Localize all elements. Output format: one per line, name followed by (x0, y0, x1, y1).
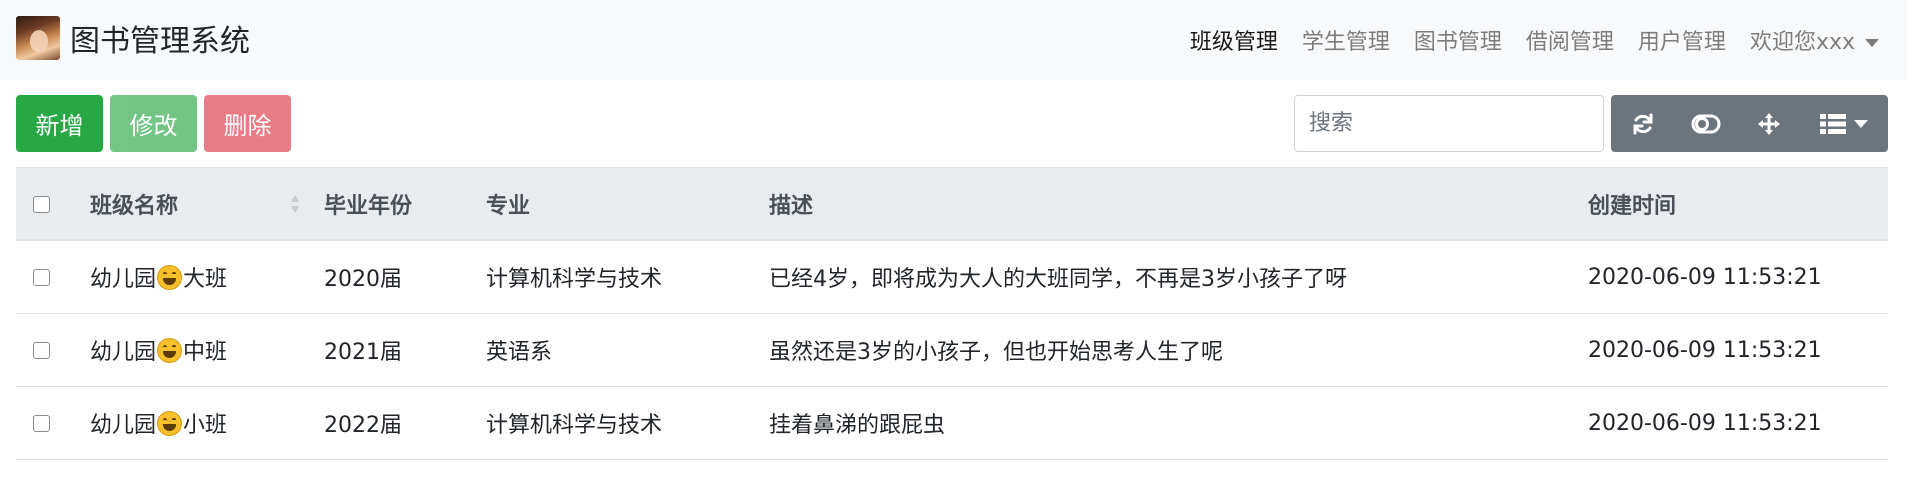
class-name-prefix: 幼儿园 (90, 267, 157, 292)
major-cell: 计算机科学与技术 (486, 267, 663, 292)
class-name-prefix: 幼儿园 (90, 340, 157, 365)
caret-down-icon (1854, 119, 1868, 128)
nav-item-class-management[interactable]: 班级管理 (1190, 24, 1278, 56)
user-menu-label: 欢迎您xxx (1749, 30, 1855, 55)
toggle-view-button[interactable] (1674, 95, 1737, 152)
row-checkbox-cell (16, 338, 90, 363)
grinning-emoji-icon (157, 265, 183, 290)
class-name-cell: 幼儿园 小班 (90, 407, 324, 439)
class-table: 班级名称 毕业年份 专业 描述 创建时间 幼儿园 大班 2020届 计算机科学与技… (16, 167, 1888, 460)
header-graduation-year: 毕业年份 (324, 193, 413, 219)
row-checkbox[interactable] (33, 415, 50, 432)
refresh-button[interactable] (1611, 95, 1674, 152)
grinning-emoji-icon (157, 338, 183, 363)
table-header: 班级名称 毕业年份 专业 描述 创建时间 (16, 167, 1888, 241)
toggle-icon (1691, 114, 1721, 134)
app-title: 图书管理系统 (70, 24, 250, 59)
header-description: 描述 (769, 193, 814, 219)
nav-item-borrow-management[interactable]: 借阅管理 (1526, 24, 1614, 56)
created-time-cell: 2020-06-09 11:53:21 (1588, 337, 1822, 363)
header-major: 专业 (486, 193, 531, 219)
created-time-cell: 2020-06-09 11:53:21 (1588, 264, 1822, 290)
major-cell: 英语系 (486, 340, 553, 365)
major-cell: 计算机科学与技术 (486, 413, 663, 438)
graduation-year-cell: 2020届 (324, 267, 402, 292)
avatar-logo-icon (16, 16, 60, 60)
add-button[interactable]: 新增 (16, 95, 103, 152)
class-name-suffix: 中班 (183, 340, 228, 365)
header-class-name[interactable]: 班级名称 (90, 188, 324, 220)
description-cell: 虽然还是3岁的小孩子，但也开始思考人生了呢 (769, 340, 1223, 365)
created-time-cell: 2020-06-09 11:53:21 (1588, 410, 1822, 436)
main-nav: 班级管理 学生管理 图书管理 借阅管理 用户管理 欢迎您xxx (1166, 0, 1879, 80)
table-row[interactable]: 幼儿园 大班 2020届 计算机科学与技术 已经4岁，即将成为大人的大班同学，不再… (16, 241, 1888, 314)
class-name-prefix: 幼儿园 (90, 413, 157, 438)
user-menu-dropdown[interactable]: 欢迎您xxx (1750, 24, 1879, 56)
description-cell: 挂着鼻涕的跟屁虫 (769, 413, 946, 438)
nav-item-user-management[interactable]: 用户管理 (1638, 24, 1726, 56)
description-cell: 已经4岁，即将成为大人的大班同学，不再是3岁小孩子了呀 (769, 267, 1347, 292)
class-name-suffix: 小班 (183, 413, 228, 438)
brand[interactable]: 图书管理系统 (16, 16, 250, 60)
row-checkbox-cell (16, 265, 90, 290)
header-created-time: 创建时间 (1588, 193, 1677, 219)
caret-down-icon (1865, 39, 1879, 47)
class-name-cell: 幼儿园 大班 (90, 261, 324, 293)
class-name-cell: 幼儿园 中班 (90, 334, 324, 366)
graduation-year-cell: 2022届 (324, 413, 402, 438)
grinning-emoji-icon (157, 411, 183, 436)
row-checkbox-cell (16, 411, 90, 436)
top-navbar: 图书管理系统 班级管理 学生管理 图书管理 借阅管理 用户管理 欢迎您xxx (0, 0, 1907, 80)
refresh-icon (1631, 112, 1655, 136)
header-checkbox-cell (16, 191, 90, 216)
table-row[interactable]: 幼儿园 小班 2022届 计算机科学与技术 挂着鼻涕的跟屁虫 2020-06-09… (16, 387, 1888, 460)
sort-icon[interactable] (290, 193, 300, 215)
fullscreen-move-icon (1757, 112, 1781, 136)
row-checkbox[interactable] (33, 342, 50, 359)
action-toolbar: 新增 修改 删除 (16, 95, 291, 152)
table-row[interactable]: 幼儿园 中班 2021届 英语系 虽然还是3岁的小孩子，但也开始思考人生了呢 20… (16, 314, 1888, 387)
edit-button[interactable]: 修改 (110, 95, 197, 152)
header-class-name-label: 班级名称 (90, 193, 179, 219)
nav-item-student-management[interactable]: 学生管理 (1302, 24, 1390, 56)
nav-item-book-management[interactable]: 图书管理 (1414, 24, 1502, 56)
class-name-suffix: 大班 (183, 267, 228, 292)
columns-icon (1820, 113, 1846, 135)
table-tools-group (1611, 95, 1888, 152)
columns-dropdown-button[interactable] (1800, 95, 1888, 152)
select-all-checkbox[interactable] (33, 195, 50, 213)
graduation-year-cell: 2021届 (324, 340, 402, 365)
delete-button[interactable]: 删除 (204, 95, 291, 152)
row-checkbox[interactable] (33, 269, 50, 286)
search-input[interactable] (1294, 95, 1604, 152)
fullscreen-button[interactable] (1737, 95, 1800, 152)
